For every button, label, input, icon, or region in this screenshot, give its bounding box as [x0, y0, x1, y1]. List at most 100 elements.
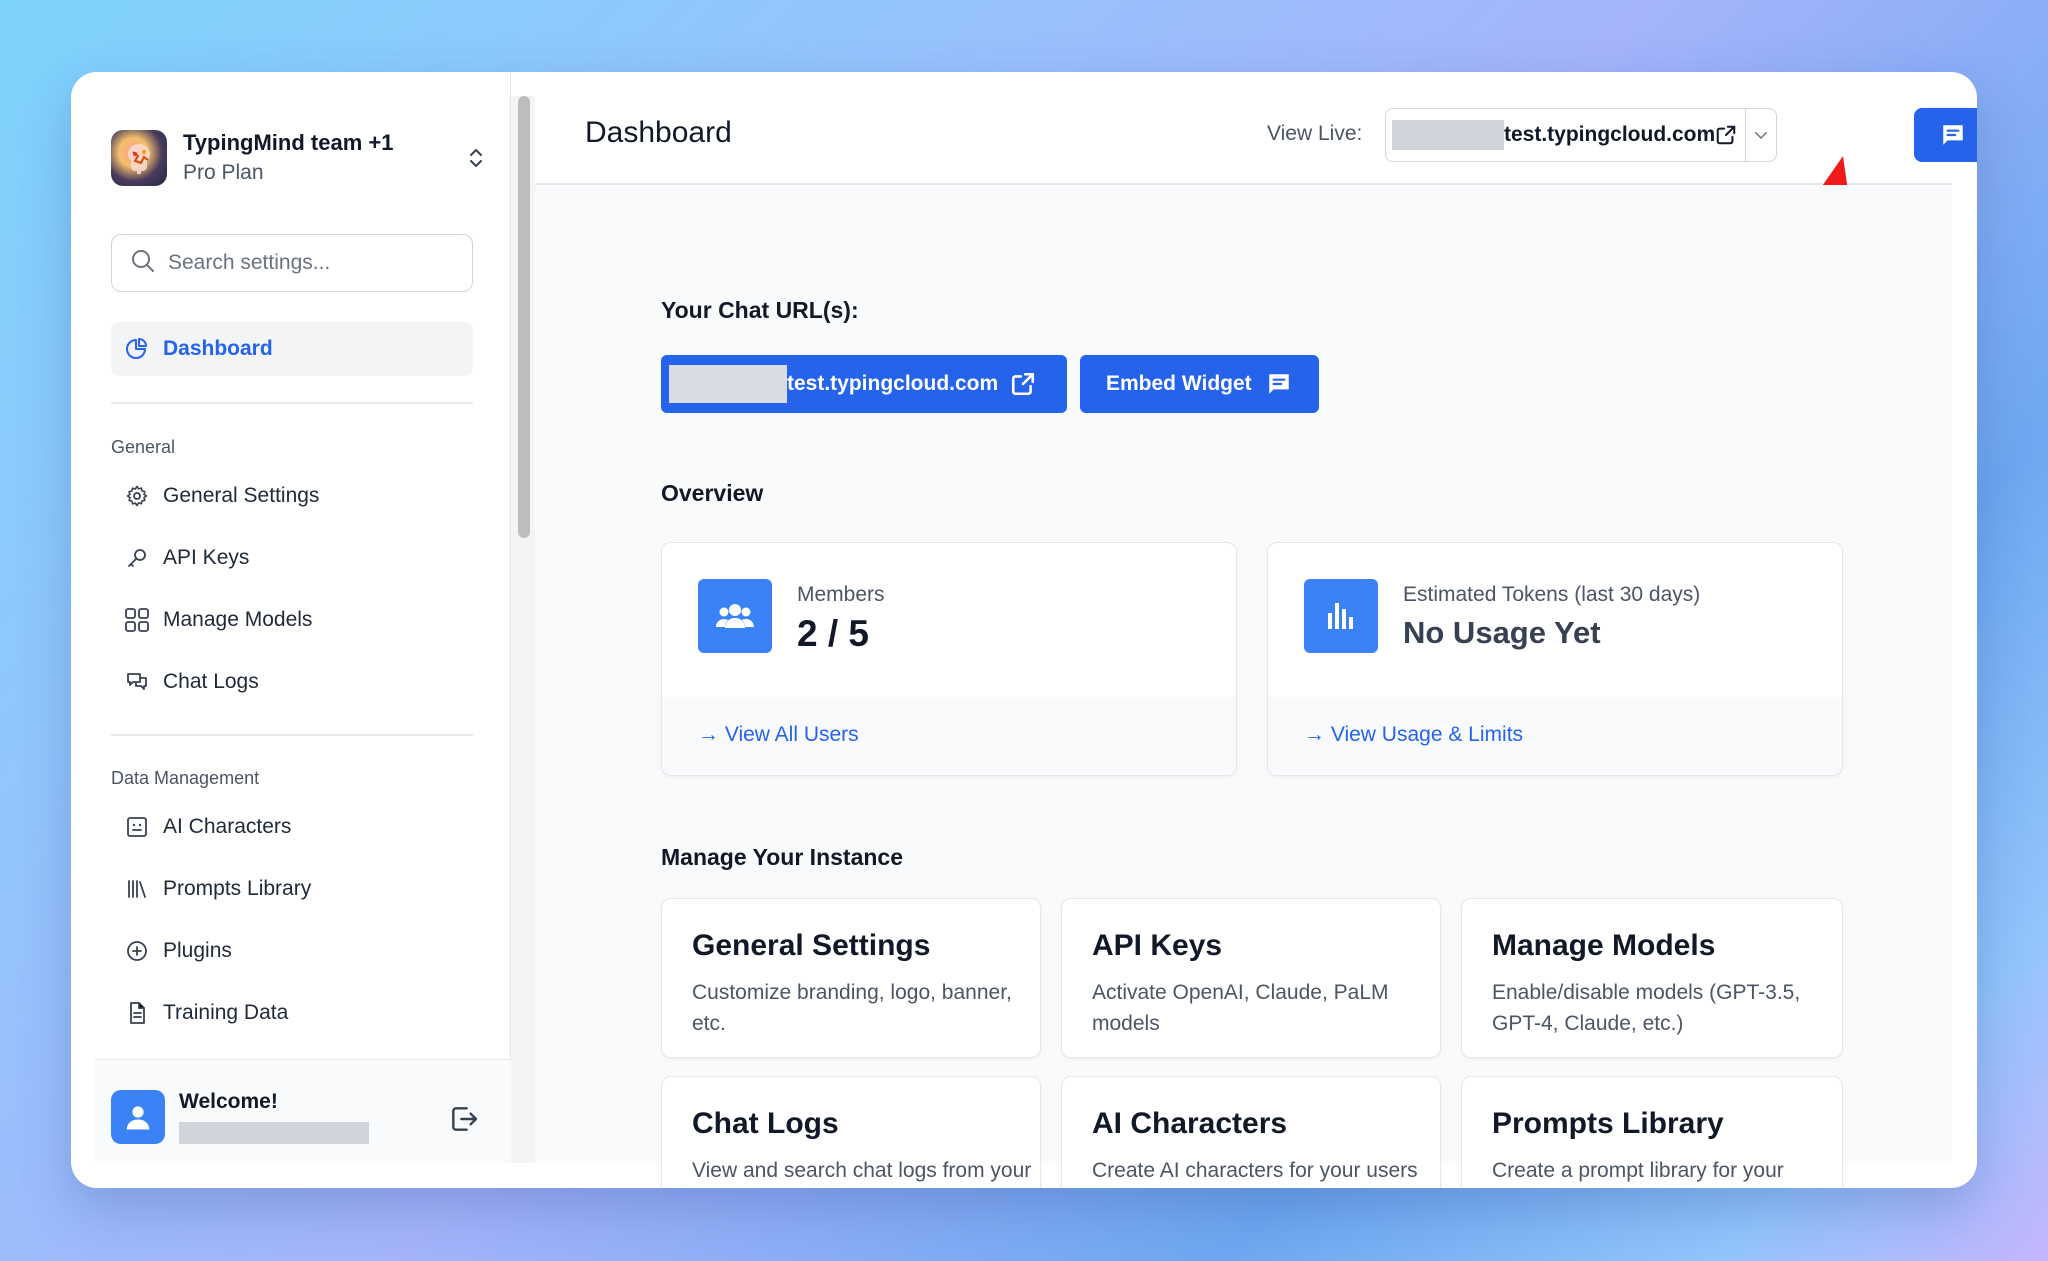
avatar[interactable] [111, 1090, 165, 1144]
redacted-subdomain [1392, 120, 1504, 150]
card-description: View and search chat logs from your user… [692, 1159, 1032, 1182]
bar-chart-icon [1304, 579, 1378, 653]
chevron-up-down-icon [461, 143, 491, 173]
tokens-value: No Usage Yet [1403, 615, 1601, 650]
view-all-users-link[interactable]: → View All Users [698, 723, 859, 747]
team-plan: Pro Plan [183, 161, 264, 184]
card-title: Manage Models [1492, 929, 1716, 962]
logout-icon [452, 1107, 478, 1131]
card-description: Create AI characters for your users [1092, 1159, 1418, 1182]
document-icon [123, 999, 151, 1027]
pie-chart-icon [123, 335, 151, 363]
main-panel: Dashboard View Live: test.typingcloud.co… [535, 72, 1977, 1188]
gear-icon [123, 482, 151, 510]
external-link-icon [1012, 372, 1035, 396]
sidebar-item-chat-logs[interactable]: Chat Logs [111, 655, 473, 709]
plus-circle-icon [123, 937, 151, 965]
tokens-label: Estimated Tokens (last 30 days) [1403, 583, 1701, 606]
top-header: Dashboard View Live: test.typingcloud.co… [535, 72, 1977, 185]
sidebar-item-label: Prompts Library [163, 877, 312, 900]
search-box [111, 234, 473, 292]
manage-card-api-keys[interactable]: API Keys Activate OpenAI, Claude, PaLM m… [1061, 898, 1441, 1058]
character-icon [123, 813, 151, 841]
search-icon [130, 248, 156, 279]
sidebar-item-general-settings[interactable]: General Settings [111, 469, 473, 523]
section-label-general: General [111, 437, 176, 457]
sidebar-scrollbar[interactable] [518, 96, 530, 538]
user-icon [126, 1106, 150, 1130]
sidebar-item-label: API Keys [163, 546, 250, 569]
live-url-link[interactable]: test.typingcloud.com [1386, 109, 1715, 161]
dashboard-content: Your Chat URL(s): test.typingcloud.com E… [535, 185, 1952, 1188]
sidebar-item-label: Chat Logs [163, 670, 259, 693]
members-value: 2 / 5 [797, 613, 869, 654]
tokens-stat-card: Estimated Tokens (last 30 days) No Usage… [1267, 542, 1843, 776]
card-title: API Keys [1092, 929, 1223, 962]
section-label-data-management: Data Management [111, 768, 260, 788]
card-description: Create a prompt library for your users [1492, 1159, 1784, 1182]
sidebar-item-manage-models[interactable]: Manage Models [111, 593, 473, 647]
manage-card-general-settings[interactable]: General Settings Customize branding, log… [661, 898, 1041, 1058]
open-chat-button[interactable] [1914, 108, 1977, 162]
search-input[interactable] [168, 251, 458, 275]
sidebar: TypingMind team +1 Pro Plan Dashboard Ge… [71, 72, 511, 1163]
manage-card-chat-logs[interactable]: Chat Logs View and search chat logs from… [661, 1076, 1041, 1188]
manage-card-prompts-library[interactable]: Prompts Library Create a prompt library … [1461, 1076, 1843, 1188]
card-title: General Settings [692, 929, 931, 962]
divider [111, 734, 473, 736]
view-live-selector: test.typingcloud.com [1385, 108, 1777, 162]
library-icon [123, 875, 151, 903]
manage-heading: Manage Your Instance [661, 844, 903, 870]
team-name: TypingMind team +1 [183, 130, 394, 155]
sidebar-item-ai-characters[interactable]: AI Characters [111, 800, 473, 854]
welcome-text: Welcome! [179, 1090, 278, 1113]
redacted-subdomain [669, 365, 787, 403]
sidebar-item-api-keys[interactable]: API Keys [111, 531, 473, 585]
sidebar-item-label: Dashboard [163, 337, 273, 360]
overview-heading: Overview [661, 480, 764, 506]
card-title: Prompts Library [1492, 1107, 1724, 1140]
divider [111, 402, 473, 404]
card-description: Customize branding, logo, banner, etc. [692, 981, 1012, 1035]
sidebar-item-prompts-library[interactable]: Prompts Library [111, 862, 473, 916]
manage-card-ai-characters[interactable]: AI Characters Create AI characters for y… [1061, 1076, 1441, 1188]
sidebar-item-label: Training Data [163, 1001, 289, 1024]
external-link-icon[interactable] [1715, 109, 1737, 161]
message-icon [1268, 374, 1289, 394]
key-icon [123, 544, 151, 572]
sidebar-item-training-data[interactable]: Training Data [111, 986, 473, 1040]
chat-icon [123, 668, 151, 696]
sidebar-item-label: Manage Models [163, 608, 313, 631]
chevron-down-icon [1755, 132, 1768, 139]
embed-widget-label: Embed Widget [1106, 372, 1252, 395]
live-url-dropdown[interactable] [1745, 109, 1776, 161]
card-description: Enable/disable models (GPT-3.5, GPT-4, C… [1492, 981, 1801, 1035]
sidebar-item-label: Plugins [163, 939, 232, 962]
live-url-text: test.typingcloud.com [1504, 123, 1716, 146]
grid-icon [123, 606, 151, 634]
chat-url-button[interactable]: test.typingcloud.com [661, 355, 1067, 413]
card-title: Chat Logs [692, 1107, 839, 1140]
team-switcher[interactable]: TypingMind team +1 Pro Plan [111, 128, 493, 188]
sidebar-item-label: General Settings [163, 484, 320, 507]
sidebar-item-plugins[interactable]: Plugins [111, 924, 473, 978]
message-icon [1942, 125, 1963, 145]
user-footer: Welcome! [95, 1059, 511, 1163]
members-label: Members [797, 583, 885, 606]
embed-widget-button[interactable]: Embed Widget [1080, 355, 1319, 413]
users-icon [698, 579, 772, 653]
app-window: TypingMind team +1 Pro Plan Dashboard Ge… [71, 72, 1977, 1188]
manage-card-manage-models[interactable]: Manage Models Enable/disable models (GPT… [1461, 898, 1843, 1058]
logout-button[interactable] [447, 1102, 481, 1136]
sidebar-item-dashboard[interactable]: Dashboard [111, 322, 473, 376]
members-stat-card: Members 2 / 5 → View All Users [661, 542, 1237, 776]
chat-url-text: test.typingcloud.com [787, 372, 999, 395]
page-title: Dashboard [585, 116, 732, 149]
redacted-email [179, 1122, 369, 1144]
sidebar-item-label: AI Characters [163, 815, 292, 838]
view-live-label: View Live: [1267, 122, 1363, 145]
chat-urls-heading: Your Chat URL(s): [661, 297, 859, 323]
card-description: Activate OpenAI, Claude, PaLM models [1092, 981, 1389, 1035]
view-usage-link[interactable]: → View Usage & Limits [1304, 723, 1523, 747]
brain-logo-icon [128, 144, 150, 174]
